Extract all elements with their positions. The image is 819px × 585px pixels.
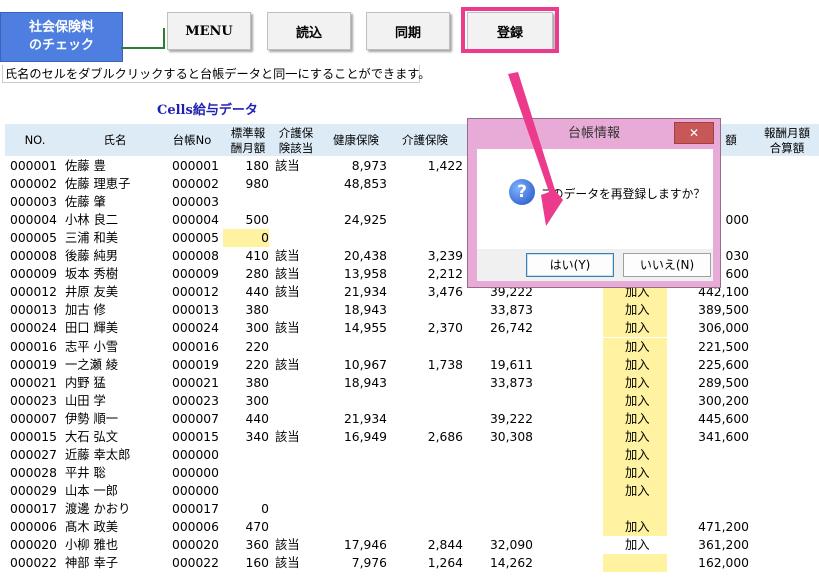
pink-arrow-icon: [508, 72, 563, 226]
spreadsheet: 社会保険料 のチェック MENU 読込 同期 登録 氏名のセルをダブルクリックす…: [0, 0, 819, 585]
